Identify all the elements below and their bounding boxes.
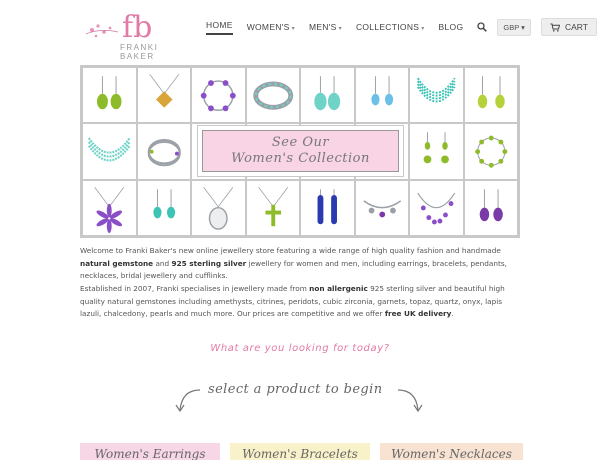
peridot-flower-earrings-icon [423, 132, 449, 164]
product-thumb-amethyst-bracelet[interactable] [192, 68, 245, 123]
product-thumb-multi-strand-necklace[interactable] [410, 68, 463, 123]
charm-bracelet-icon [362, 199, 401, 218]
product-thumb-charm-bracelet[interactable] [355, 180, 408, 235]
lapis-drop-earrings-icon [317, 188, 337, 224]
product-thumb-citrine-pendant[interactable] [137, 68, 190, 123]
nav-mens-label: MEN'S [308, 22, 337, 32]
amethyst-bracelet-icon [200, 80, 236, 112]
peridot-beaded-necklace-icon [87, 137, 131, 162]
product-thumb-green-stone-bracelet[interactable] [464, 124, 517, 179]
product-thumb-green-drop-earrings[interactable] [83, 68, 136, 123]
collection-banner: See Our Women's Collection [80, 65, 520, 238]
callout-line-2: Women's Collection [231, 151, 370, 166]
turquoise-earrings-icon [152, 188, 175, 219]
product-thumb-peridot-cross-pendant[interactable] [246, 180, 299, 235]
site-logo[interactable]: fb FRANKI BAKER [82, 10, 192, 61]
intro-paragraph: Welcome to Franki Baker's new online jew… [80, 245, 524, 283]
product-thumb-filigree-pendant[interactable] [192, 180, 245, 235]
question-heading: What are you looking for today? [210, 343, 390, 354]
nav-womens-label: WOMEN'S [246, 22, 290, 32]
product-thumb-amethyst-flower-pendant[interactable] [83, 180, 136, 235]
intro-bold: 925 sterling silver [171, 258, 247, 268]
nav-blog-label: BLOG [438, 22, 464, 32]
para-text: . [451, 309, 454, 318]
peridot-cross-pendant-icon [257, 186, 288, 226]
logo-mark-icon: fb [85, 10, 152, 42]
svg-text:fb: fb [122, 10, 152, 42]
para-bold: free UK delivery [384, 309, 452, 318]
green-drop-earrings-icon [97, 76, 122, 110]
chevron-down-icon: ▾ [338, 26, 342, 32]
multi-strand-necklace-icon [416, 77, 456, 103]
cart-label: CART [564, 22, 588, 32]
cart-icon [550, 23, 560, 32]
product-thumb-turquoise-drop-earrings[interactable] [301, 68, 354, 123]
nav-home-label: HOME [206, 19, 233, 30]
nav-womens[interactable]: WOMEN'S ▾ [247, 22, 295, 32]
product-thumb-peridot-beaded-necklace[interactable] [83, 124, 136, 179]
cart-button[interactable]: CART [540, 18, 597, 36]
curved-arrow-left-icon [175, 389, 201, 413]
nav-blog[interactable]: BLOG [439, 22, 464, 32]
product-thumb-blue-topaz-earrings[interactable] [355, 68, 408, 123]
silver-bangles-icon [147, 139, 181, 167]
main-nav: HOME WOMEN'S ▾ MEN'S ▾ COLLECTIONS ▾ BLOG G… [206, 18, 597, 36]
product-thumb-silver-bangles[interactable] [137, 124, 190, 179]
nav-mens[interactable]: MEN'S ▾ [309, 22, 342, 32]
currency-select[interactable]: GBP ▾ [497, 18, 531, 36]
womens-earrings-button[interactable]: Women's Earrings [80, 443, 220, 460]
turquoise-drop-earrings-icon [314, 76, 341, 111]
intro-text: Welcome to Franki Baker's new online jew… [80, 246, 501, 255]
chevron-down-icon: ▾ [421, 26, 425, 32]
nav-collections-label: COLLECTIONS [355, 22, 420, 32]
logo-text: FRANKI BAKER [120, 43, 159, 61]
turquoise-bracelet-icon [252, 81, 293, 110]
select-prompt: select a product to begin [175, 378, 423, 418]
intro-bold: natural gemstone [80, 258, 154, 268]
search-icon[interactable] [477, 22, 488, 32]
purple-drop-earrings-icon [479, 188, 503, 221]
womens-bracelets-label: Women's Bracelets [242, 447, 358, 460]
blue-topaz-earrings-icon [370, 76, 393, 106]
womens-bracelets-button[interactable]: Women's Bracelets [230, 443, 370, 460]
nav-collections[interactable]: COLLECTIONS ▾ [356, 22, 425, 32]
established-paragraph: Established in 2007, Franki specialises … [80, 283, 524, 321]
chevron-down-icon: ▾ [291, 26, 295, 32]
para-text: Established in 2007, Franki specialises … [80, 284, 310, 293]
callout-line-1: See Our [271, 135, 330, 150]
para-bold: non allergenic [309, 284, 368, 293]
amethyst-flower-pendant-icon [94, 186, 125, 233]
womens-necklaces-button[interactable]: Women's Necklaces [380, 443, 523, 460]
callout-panel: See Our Women's Collection [202, 130, 399, 172]
product-thumb-turquoise-bracelet[interactable] [246, 68, 299, 123]
womens-collection-link[interactable]: See Our Women's Collection [197, 125, 404, 177]
filigree-pendant-icon [203, 186, 234, 230]
green-stone-bracelet-icon [474, 135, 507, 169]
product-thumb-peridot-flower-earrings[interactable] [410, 124, 463, 179]
chevron-down-icon: ▾ [521, 22, 525, 32]
intro-text: and [153, 258, 172, 268]
product-thumb-amethyst-collar-necklace[interactable] [410, 180, 463, 235]
nav-home[interactable]: HOME [206, 20, 233, 35]
site-header: fb FRANKI BAKER HOME WOMEN'S ▾ MEN'S ▾ COL… [0, 0, 600, 61]
currency-value: GBP [503, 22, 520, 32]
womens-necklaces-label: Women's Necklaces [391, 447, 512, 460]
product-thumb-purple-drop-earrings[interactable] [464, 180, 517, 235]
citrine-pendant-icon [148, 74, 179, 108]
product-thumb-green-heart-earrings[interactable] [464, 68, 517, 123]
curved-arrow-right-icon [397, 389, 423, 413]
product-thumb-turquoise-earrings[interactable] [137, 180, 190, 235]
select-prompt-text: select a product to begin [208, 382, 383, 397]
amethyst-collar-necklace-icon [417, 192, 456, 225]
green-heart-earrings-icon [477, 76, 505, 109]
product-thumb-lapis-drop-earrings[interactable] [301, 180, 354, 235]
womens-earrings-label: Women's Earrings [94, 447, 206, 460]
